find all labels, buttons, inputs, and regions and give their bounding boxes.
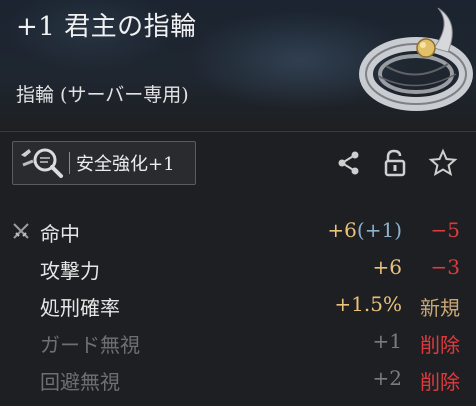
stat-name: 攻撃力	[40, 259, 100, 283]
stat-row-guard-ignore: ガード無視 +1 削除	[0, 325, 476, 362]
unlock-icon[interactable]	[380, 148, 410, 178]
stat-name: 回避無視	[40, 370, 120, 394]
crossed-swords-icon	[13, 223, 29, 239]
stat-diff: −5	[430, 218, 460, 242]
stat-row-evasion-ignore: 回避無視 +2 削除	[0, 362, 476, 399]
stat-row-attack: 攻撃力 +6 −3	[0, 251, 476, 288]
item-type-label: 指輪 (サーバー専用)	[16, 84, 189, 106]
stat-value: +1.5%	[334, 292, 402, 316]
stat-name: 命中	[40, 222, 80, 246]
share-icon[interactable]	[334, 148, 364, 178]
stat-name: 処刑確率	[40, 296, 120, 320]
star-icon[interactable]	[428, 148, 458, 178]
item-title: +1 君主の指輪	[16, 12, 197, 42]
stats-list: 命中 +6(+1) −5 攻撃力 +6 −3 処刑確率 +1.5% 新規 ガード…	[0, 214, 476, 399]
button-separator	[69, 152, 70, 174]
stat-value: +6(+1)	[327, 218, 402, 242]
stat-value-bonus: (+1)	[356, 218, 402, 242]
ring-image	[359, 7, 473, 111]
stat-diff: 新規	[420, 296, 460, 320]
magnifier-hammer-icon	[21, 148, 63, 178]
safe-enhance-label: 安全強化+1	[76, 154, 175, 175]
stat-value: +2	[372, 366, 402, 390]
safe-enhance-button[interactable]: 安全強化+1	[12, 141, 196, 185]
header-divider	[0, 131, 476, 132]
stat-diff: 削除	[420, 370, 460, 394]
stat-row-accuracy: 命中 +6(+1) −5	[0, 214, 476, 251]
stat-diff: −3	[430, 255, 460, 279]
stat-value: +1	[372, 329, 402, 353]
stat-diff: 削除	[420, 333, 460, 357]
stat-value: +6	[372, 255, 402, 279]
stat-row-execution-rate: 処刑確率 +1.5% 新規	[0, 288, 476, 325]
stat-name: ガード無視	[40, 333, 140, 357]
